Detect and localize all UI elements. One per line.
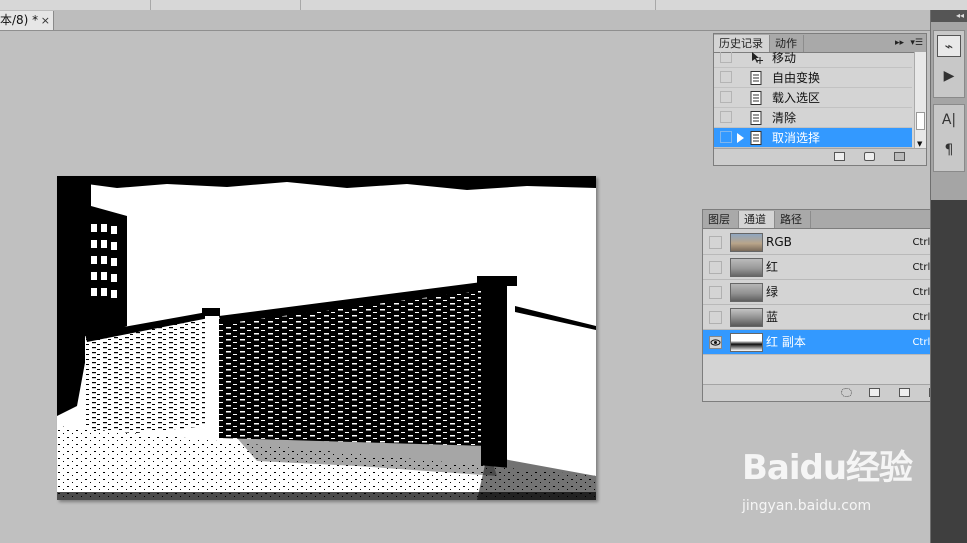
dock-group-type: A| ¶	[933, 104, 965, 172]
tab-paths[interactable]: 路径	[775, 211, 811, 228]
history-item-selected[interactable]: 取消选择	[714, 128, 912, 148]
channel-name: 蓝	[766, 310, 779, 324]
history-panel-icon[interactable]: ⌁	[937, 35, 961, 57]
visibility-toggle[interactable]	[709, 311, 722, 324]
options-bar-separator	[300, 0, 301, 10]
character-panel-icon[interactable]: A|	[937, 109, 961, 131]
snapshot-source-checkbox[interactable]	[720, 52, 732, 63]
channel-thumbnail	[730, 283, 763, 302]
panel-collapse-icon[interactable]: ▸▸	[895, 34, 904, 52]
history-state-icon	[750, 111, 762, 125]
dock-empty-area	[931, 200, 967, 543]
history-item-label: 载入选区	[772, 91, 821, 105]
history-panel-footer	[714, 148, 926, 165]
options-bar-separator	[150, 0, 151, 10]
channel-thumbnail	[730, 233, 763, 252]
close-icon[interactable]: ×	[41, 11, 50, 30]
channel-name: 红 副本	[766, 335, 806, 349]
snapshot-source-checkbox[interactable]	[720, 91, 732, 103]
history-list: 移动 自由变换 载入选区 清除 取消选择	[714, 52, 912, 150]
panel-dock: ◂◂ ⌁ ▶ A| ¶	[930, 10, 967, 543]
tab-channels[interactable]: 通道	[739, 211, 775, 228]
channel-name: RGB	[766, 235, 792, 249]
document-image[interactable]	[57, 176, 596, 500]
dock-group-history: ⌁ ▶	[933, 30, 965, 98]
channels-list: RGB Ctrl+2 红 Ctrl+3 绿 Ctrl+4 蓝 Ctrl+5 红	[703, 228, 953, 386]
channels-panel-tabs: 图层 通道 路径 ▸▸ ▾☰	[703, 210, 964, 229]
channels-panel-footer	[703, 384, 964, 401]
eye-icon[interactable]	[709, 336, 722, 349]
snapshot-source-checkbox[interactable]	[720, 111, 732, 123]
channel-row-blue[interactable]: 蓝 Ctrl+5	[703, 305, 953, 330]
history-item-label: 清除	[772, 111, 797, 125]
history-scrollbar[interactable]: ▼	[914, 52, 926, 150]
tab-layers[interactable]: 图层	[703, 211, 739, 228]
dock-collapse-icon[interactable]: ◂◂	[931, 10, 967, 22]
paragraph-panel-icon[interactable]: ¶	[937, 139, 961, 161]
channel-thumbnail	[730, 258, 763, 277]
history-state-icon	[750, 91, 762, 105]
channel-row-red-copy[interactable]: 红 副本 Ctrl+6	[703, 330, 953, 355]
load-channel-as-selection-icon[interactable]	[841, 388, 852, 397]
history-item-label: 自由变换	[772, 71, 821, 85]
baidu-watermark: Baidu经验 jingyan.baidu.com	[742, 440, 922, 520]
channel-thumbnail	[730, 333, 763, 352]
panel-menu-icon[interactable]: ▾☰	[910, 34, 923, 52]
tab-history[interactable]: 历史记录	[714, 35, 770, 52]
history-state-marker-icon	[737, 133, 744, 143]
history-state-icon	[750, 71, 762, 85]
baidu-jingyan-logo: Baidu经验	[742, 448, 913, 488]
document-tab[interactable]: 本/8) * ×	[0, 11, 54, 30]
channel-row-rgb[interactable]: RGB Ctrl+2	[703, 230, 953, 255]
history-item-label: 移动	[772, 52, 797, 65]
document-tab-title: 本/8) *	[0, 13, 39, 27]
history-panel: 历史记录 动作 ▸▸ ▾☰ 移动 自由变换 载入选区 清除 取消选择 ▼	[713, 33, 927, 166]
tab-actions[interactable]: 动作	[770, 35, 804, 52]
new-document-from-state-icon[interactable]	[834, 152, 845, 161]
history-item[interactable]: 移动	[714, 52, 912, 68]
history-item[interactable]: 自由变换	[714, 68, 912, 88]
history-item[interactable]: 载入选区	[714, 88, 912, 108]
actions-play-icon[interactable]: ▶	[937, 65, 961, 87]
history-state-icon	[750, 131, 762, 145]
channel-name: 绿	[766, 285, 779, 299]
history-item-label: 取消选择	[772, 131, 821, 145]
channel-name: 红	[766, 260, 779, 274]
save-selection-as-channel-icon[interactable]	[869, 388, 880, 397]
scrollbar-thumb[interactable]	[916, 112, 925, 130]
trash-icon[interactable]	[894, 152, 905, 161]
wall-threshold-image	[57, 176, 596, 500]
move-tool-icon	[750, 52, 763, 65]
watermark-url: jingyan.baidu.com	[742, 498, 872, 514]
history-panel-tabs: 历史记录 动作 ▸▸ ▾☰	[714, 34, 926, 53]
visibility-toggle[interactable]	[709, 286, 722, 299]
visibility-toggle[interactable]	[709, 236, 722, 249]
document-tab-strip: 本/8) * ×	[0, 10, 930, 31]
channels-panel: 图层 通道 路径 ▸▸ ▾☰ RGB Ctrl+2 红 Ctrl+3 绿 Ctr…	[702, 209, 965, 402]
create-snapshot-icon[interactable]	[864, 152, 875, 161]
visibility-toggle[interactable]	[709, 261, 722, 274]
snapshot-source-checkbox[interactable]	[720, 131, 732, 143]
channel-row-red[interactable]: 红 Ctrl+3	[703, 255, 953, 280]
scroll-down-arrow-icon[interactable]: ▼	[917, 140, 922, 148]
history-item[interactable]: 清除	[714, 108, 912, 128]
snapshot-source-checkbox[interactable]	[720, 71, 732, 83]
new-channel-icon[interactable]	[899, 388, 910, 397]
options-bar-separator	[655, 0, 656, 10]
channel-row-green[interactable]: 绿 Ctrl+4	[703, 280, 953, 305]
channel-thumbnail	[730, 308, 763, 327]
